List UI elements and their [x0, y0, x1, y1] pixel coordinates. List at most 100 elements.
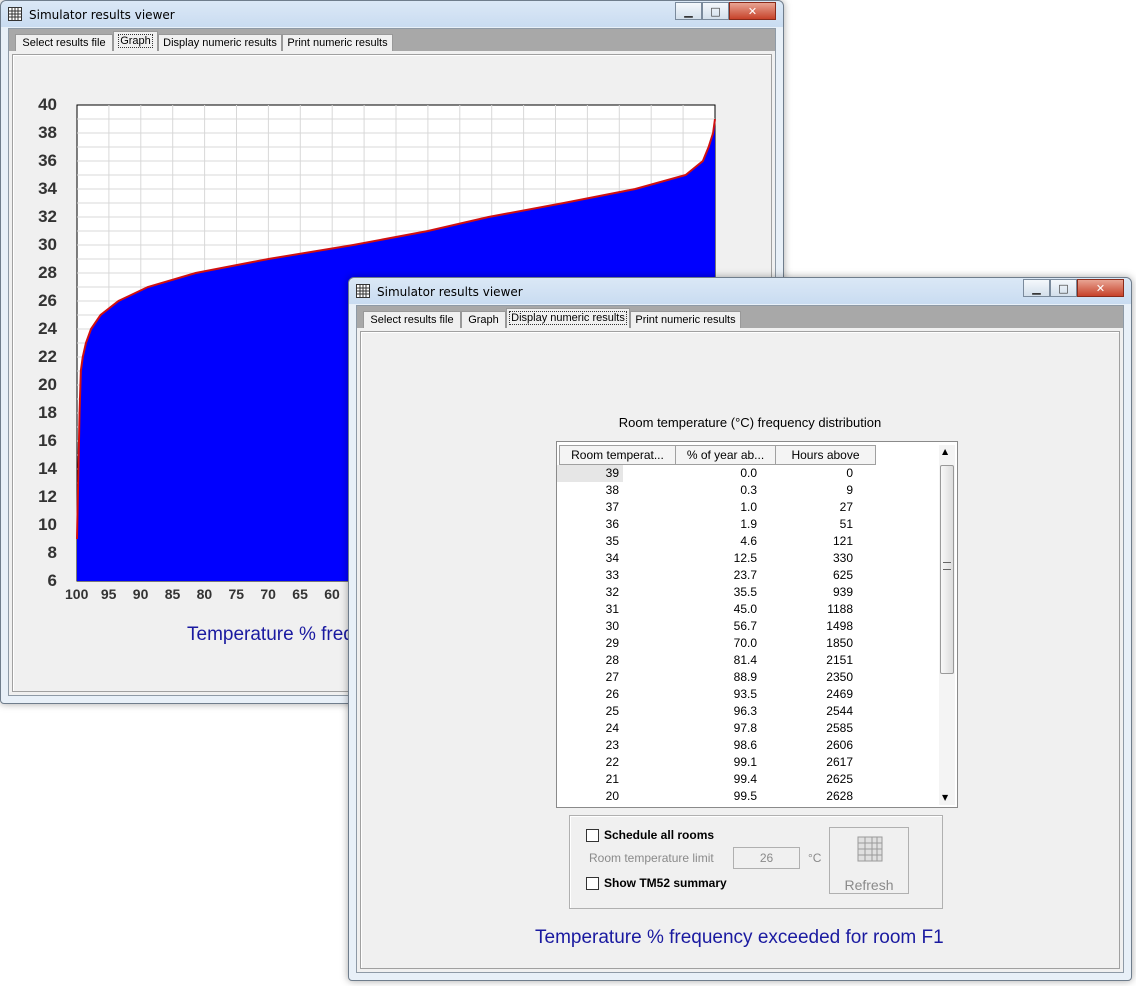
window-title: Simulator results viewer — [377, 285, 523, 299]
y-tick-label: 18 — [38, 403, 57, 422]
y-tick-label: 6 — [47, 571, 57, 590]
show-tm52-summary-checkbox[interactable] — [586, 877, 599, 890]
table-title: Room temperature (°C) frequency distribu… — [618, 415, 882, 430]
tab-strip: Select results file Graph Display numeri… — [357, 306, 1123, 328]
table-row[interactable]: 33 23.7 625 — [557, 567, 937, 584]
cell-hours-above: 330 — [832, 551, 853, 565]
y-tick-label: 12 — [38, 487, 57, 506]
schedule-all-rooms-checkbox[interactable] — [586, 829, 599, 842]
cell-hours-above: 2628 — [826, 789, 853, 803]
y-tick-label: 10 — [38, 515, 57, 534]
cell-hours-above: 27 — [839, 500, 853, 514]
y-tick-label: 14 — [38, 459, 57, 478]
cell-hours-above: 625 — [832, 568, 853, 582]
table-scrollbar[interactable]: ▲ ▼ — [939, 445, 955, 805]
refresh-label: Refresh — [844, 877, 894, 893]
column-header-percent-year[interactable]: % of year ab... — [675, 445, 776, 465]
x-tick-label: 65 — [292, 586, 308, 602]
column-header-hours-above[interactable]: Hours above — [775, 445, 876, 465]
room-temperature-limit-value: 26 — [759, 851, 774, 865]
table-row[interactable]: 34 12.5 330 — [557, 550, 937, 567]
room-temperature-limit-input[interactable]: 26 — [733, 847, 800, 869]
x-tick-label: 95 — [100, 586, 117, 602]
y-tick-label: 36 — [38, 151, 57, 170]
cell-hours-above: 2625 — [826, 772, 853, 786]
table-row[interactable]: 27 88.9 2350 — [557, 669, 937, 686]
grip-icon — [943, 562, 951, 570]
cell-hours-above: 939 — [832, 585, 853, 599]
table-row[interactable]: 32 35.5 939 — [557, 584, 937, 601]
x-tick-label: 85 — [164, 586, 181, 602]
table-row[interactable]: 29 70.0 1850 — [557, 635, 937, 652]
cell-hours-above: 2585 — [826, 721, 853, 735]
table-row[interactable]: 25 96.3 2544 — [557, 703, 937, 720]
cell-hours-above: 0 — [846, 466, 853, 480]
cell-hours-above: 2350 — [826, 670, 853, 684]
show-tm52-summary-label: Show TM52 summary — [604, 876, 727, 890]
cell-hours-above: 1850 — [826, 636, 853, 650]
scroll-thumb[interactable] — [940, 465, 954, 674]
tab-print-numeric-results[interactable]: Print numeric results — [630, 311, 741, 328]
table-row[interactable]: 20 99.5 2628 — [557, 788, 937, 805]
table-refresh-icon — [857, 836, 883, 862]
y-tick-label: 8 — [47, 543, 57, 562]
unit-label: °C — [808, 851, 822, 865]
frequency-table[interactable]: Room temperat... % of year ab... Hours a… — [556, 441, 958, 808]
x-tick-label: 100 — [65, 586, 89, 602]
maximize-button[interactable]: □ — [1050, 279, 1077, 297]
y-tick-label: 40 — [38, 95, 57, 114]
y-tick-label: 16 — [38, 431, 57, 450]
table-row[interactable]: 35 4.6 121 — [557, 533, 937, 550]
title-bar[interactable]: Simulator results viewer ▁ □ ✕ — [349, 278, 1131, 304]
refresh-button[interactable]: Refresh — [829, 827, 909, 894]
y-tick-label: 20 — [38, 375, 57, 394]
cell-hours-above: 2617 — [826, 755, 853, 769]
cell-hours-above: 2544 — [826, 704, 853, 718]
cell-hours-above: 121 — [832, 534, 853, 548]
table-row[interactable]: 21 99.4 2625 — [557, 771, 937, 788]
y-tick-label: 34 — [38, 179, 57, 198]
table-row[interactable]: 30 56.7 1498 — [557, 618, 937, 635]
table-row[interactable]: 22 99.1 2617 — [557, 754, 937, 771]
x-tick-label: 60 — [324, 586, 340, 602]
results-caption: Temperature % frequency exceeded for roo… — [535, 927, 944, 948]
room-temperature-limit-label: Room temperature limit — [589, 851, 714, 865]
cell-hours-above: 2606 — [826, 738, 853, 752]
y-tick-label: 26 — [38, 291, 57, 310]
y-tick-label: 28 — [38, 263, 57, 282]
scroll-down-arrow[interactable]: ▼ — [942, 793, 948, 802]
y-tick-label: 32 — [38, 207, 57, 226]
table-row[interactable]: 38 0.3 9 — [557, 482, 937, 499]
table-row[interactable]: 39 0.0 0 — [557, 465, 937, 482]
cell-hours-above: 2469 — [826, 687, 853, 701]
table-row[interactable]: 26 93.5 2469 — [557, 686, 937, 703]
x-tick-label: 75 — [228, 586, 245, 602]
cell-hours-above: 51 — [839, 517, 853, 531]
cell-hours-above: 2151 — [826, 653, 853, 667]
table-row[interactable]: 37 1.0 27 — [557, 499, 937, 516]
minimize-button[interactable]: ▁ — [1023, 279, 1050, 297]
cell-hours-above: 1498 — [826, 619, 853, 633]
tab-graph[interactable]: Graph — [461, 311, 506, 328]
tab-select-results-file[interactable]: Select results file — [363, 311, 461, 328]
tab-display-numeric-results[interactable]: Display numeric results — [506, 308, 630, 328]
chart-caption: Temperature % freq — [187, 624, 354, 645]
schedule-all-rooms-label: Schedule all rooms — [604, 828, 715, 842]
column-header-room-temperature[interactable]: Room temperat... — [559, 445, 676, 465]
cell-hours-above: 9 — [846, 483, 853, 497]
scroll-up-arrow[interactable]: ▲ — [942, 447, 948, 456]
x-tick-label: 70 — [260, 586, 276, 602]
grid-app-icon — [356, 284, 370, 298]
x-tick-label: 80 — [196, 586, 213, 602]
y-tick-label: 24 — [38, 319, 57, 338]
y-tick-label: 22 — [38, 347, 57, 366]
x-tick-label: 90 — [132, 586, 149, 602]
table-row[interactable]: 31 45.0 1188 — [557, 601, 937, 618]
table-row[interactable]: 24 97.8 2585 — [557, 720, 937, 737]
table-row[interactable]: 28 81.4 2151 — [557, 652, 937, 669]
close-button[interactable]: ✕ — [1077, 279, 1124, 297]
table-row[interactable]: 36 1.9 51 — [557, 516, 937, 533]
table-row[interactable]: 23 98.6 2606 — [557, 737, 937, 754]
cell-hours-above: 1188 — [827, 602, 853, 616]
y-tick-label: 38 — [38, 123, 57, 142]
